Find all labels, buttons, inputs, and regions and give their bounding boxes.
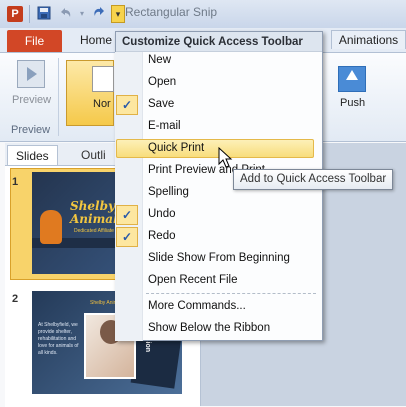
menu-item-show-below-ribbon[interactable]: Show Below the Ribbon (148, 322, 270, 334)
tab-outline[interactable]: Outli (73, 145, 114, 165)
menu-item-email[interactable]: E-mail (148, 120, 181, 132)
menu-item-more-commands[interactable]: More Commands... (148, 300, 246, 312)
animal-logo-icon (40, 210, 62, 244)
tab-animations[interactable]: Animations (331, 30, 406, 49)
tab-slides[interactable]: Slides (7, 145, 58, 165)
tab-file[interactable]: File (7, 30, 62, 52)
slide-number-2: 2 (12, 293, 19, 305)
preview-button-label[interactable]: Preview (12, 94, 51, 106)
push-transition-icon[interactable] (338, 66, 366, 92)
undo-dropdown-icon[interactable]: ▾ (74, 6, 90, 22)
document-title: Rectangular Snip (125, 5, 218, 19)
menu-header: Customize Quick Access Toolbar (116, 32, 322, 52)
menu-item-redo[interactable]: Redo (148, 230, 176, 242)
redo-icon[interactable] (90, 6, 106, 22)
menu-item-slide-show[interactable]: Slide Show From Beginning (148, 252, 290, 264)
menu-divider (146, 293, 316, 294)
tab-home[interactable]: Home (80, 33, 112, 47)
customize-qat-dropdown-icon[interactable]: ▾ (111, 5, 125, 23)
menu-item-quick-print[interactable]: Quick Print (148, 142, 204, 154)
slide-2-body-text: At Shelbyfield, we provide shelter, reha… (38, 322, 79, 356)
undo-icon[interactable] (58, 6, 74, 22)
powerpoint-app-icon[interactable]: P (7, 6, 23, 22)
menu-item-open-recent[interactable]: Open Recent File (148, 274, 238, 286)
menu-item-open[interactable]: Open (148, 76, 176, 88)
normal-view-icon (92, 66, 114, 92)
menu-item-new[interactable]: New (148, 54, 171, 66)
check-icon-save: ✓ (116, 95, 138, 115)
preview-icon[interactable] (17, 60, 45, 88)
menu-item-highlight (116, 139, 314, 158)
normal-view-label: Nor (93, 98, 111, 110)
qat-separator (29, 5, 30, 23)
save-icon[interactable] (36, 6, 52, 22)
menu-item-spelling[interactable]: Spelling (148, 186, 189, 198)
ribbon-group-divider (58, 58, 59, 136)
check-icon-undo: ✓ (116, 205, 138, 225)
tooltip: Add to Quick Access Toolbar (233, 169, 394, 190)
check-icon-redo: ✓ (116, 227, 138, 247)
menu-item-save[interactable]: Save (148, 98, 174, 110)
slide-1-subtitle: Dedicated Affiliate (74, 228, 114, 234)
mouse-cursor-icon (218, 146, 234, 169)
slide-number-1: 1 (12, 176, 19, 188)
push-transition-label[interactable]: Push (340, 97, 365, 109)
menu-item-undo[interactable]: Undo (148, 208, 176, 220)
preview-group-label: Preview (11, 124, 51, 136)
